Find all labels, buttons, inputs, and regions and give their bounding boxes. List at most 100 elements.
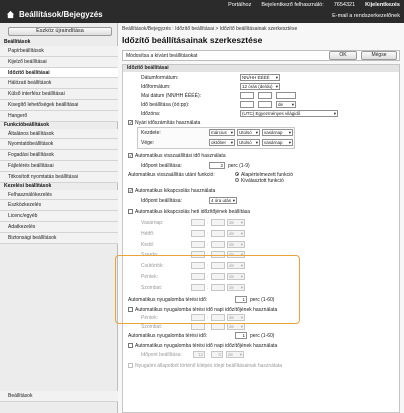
sidebar-item[interactable]: Felhasználókezelés [0, 189, 118, 201]
dst-end-month-select[interactable]: október [209, 139, 235, 146]
day-ampm-select[interactable]: de [227, 240, 245, 248]
sidebar-item-settings[interactable]: Beállítások [0, 391, 118, 402]
sidebar-item[interactable]: Időzítő beállításai [0, 67, 118, 79]
sidebar-item[interactable]: Kijelző beállításai [0, 56, 118, 68]
sleep-daily2-time-label: Időpont beállítása: [141, 352, 182, 358]
restart-device-button[interactable]: Eszköz újraindítása [8, 27, 112, 36]
day-ampm-select[interactable]: de [227, 229, 245, 237]
time-format-label: Időformátum: [141, 84, 171, 90]
time-ampm-select[interactable]: de [276, 101, 296, 108]
sidebar-item[interactable]: Nyomtatóbeállítások [0, 139, 118, 151]
dst-end-label: Vége: [141, 140, 155, 146]
sleep-sat-colon: : [207, 324, 209, 329]
today-date-label: Mai dátum (NN/HH ÉÉÉÉ): [141, 93, 202, 99]
date-year-input[interactable] [276, 92, 296, 99]
day-hour-input[interactable] [191, 229, 205, 237]
sidebar-item[interactable]: Titkosított nyomtatás beállításai [0, 171, 118, 183]
app-title[interactable]: Beállítások/Bejegyzés [6, 10, 103, 19]
sidebar-item[interactable]: Fogadási beállítások [0, 150, 118, 161]
sleep-sat-hour[interactable] [191, 323, 205, 330]
dst-end-week-select[interactable]: Utolsó [237, 139, 260, 146]
autoreset-time-label: Időpont beállítása: [141, 163, 182, 169]
sidebar: Eszköz újraindítása Beállítások Papírbeál… [0, 23, 118, 413]
autooff-time-select[interactable]: 4 óra után [209, 197, 237, 204]
date-format-select[interactable]: NN/HH ÉÉÉÉ [240, 74, 280, 81]
sleep-sat-ampm[interactable]: de [227, 323, 245, 330]
after-reset-label: Automatikus visszaállítás utáni funkció: [128, 172, 215, 178]
dst-checkbox[interactable]: ✓ [128, 120, 133, 125]
sidebar-menu: Beállítások Papírbeállítások Kijelző beáll… [0, 39, 118, 244]
day-minute-input[interactable] [211, 219, 225, 226]
sleep-daily2-ampm[interactable]: de [226, 351, 244, 358]
sidebar-item[interactable]: Külső interfész beállításai [0, 89, 118, 100]
time-hour-input[interactable] [240, 101, 254, 108]
ok-button[interactable]: OK [329, 51, 357, 60]
sleep-sat-min[interactable] [211, 323, 225, 330]
autooff-checkbox[interactable]: ✓ [128, 188, 133, 193]
autoreset-unit: perc (1-9) [228, 163, 250, 169]
sleep-daily2-min[interactable]: 0 [211, 351, 223, 358]
day-minute-input[interactable] [211, 229, 225, 237]
sidebar-item[interactable]: Hálózati beállítások [0, 78, 118, 90]
dst-start-day-select[interactable]: vasárnap [262, 129, 293, 136]
portal-link[interactable]: Portálhoz [228, 2, 251, 8]
sidebar-item[interactable]: Licenc/egyéb [0, 211, 118, 222]
day-ampm-select[interactable]: de [227, 219, 245, 226]
sleep2-label: Automatikus nyugalomba térési idő: [128, 333, 208, 339]
after-reset-selected-radio[interactable] [235, 178, 239, 182]
timezone-select[interactable]: (UTC) Egyezményes világidő [240, 110, 338, 117]
time-format-select[interactable]: 12 órás (de/du) [240, 83, 280, 90]
timezone-label: Időzóna: [141, 111, 161, 117]
sleep-daily2-colon: : [207, 352, 209, 357]
sidebar-section-header: Kezelési beállítások [4, 182, 52, 189]
after-reset-default-radio[interactable] [235, 172, 239, 176]
logged-user-id: 7654321 [333, 2, 356, 8]
day-label: Vasárnap: [141, 220, 164, 226]
logout-link[interactable]: Kijelentkezés [365, 2, 400, 8]
sidebar-item[interactable]: Eszközkezelés [0, 200, 118, 212]
autooff-label: Automatikus kikapcsolás használata [135, 188, 216, 194]
email-admin-link[interactable]: E-mail a rendszerkezelőnek [332, 13, 400, 19]
section-title: Időzítő beállításai [123, 65, 399, 72]
app-title-text: Beállítások/Bejegyzés [19, 10, 103, 19]
day-colon: : [207, 220, 209, 225]
dst-end-day-select[interactable]: vasárnap [262, 139, 293, 146]
date-month-input[interactable] [258, 92, 272, 99]
highlight-frame [115, 255, 300, 324]
day-hour-input[interactable] [191, 240, 205, 248]
date-day-input[interactable] [240, 92, 254, 99]
instruction-text: Módosítsa a kívánt beállításokat [126, 53, 198, 59]
autoreset-checkbox[interactable]: ✓ [128, 153, 133, 158]
time-set-label: Idő beállítása (óó:pp): [141, 102, 190, 108]
dst-start-month-select[interactable]: március [209, 129, 235, 136]
cancel-button[interactable]: Mégse [361, 51, 397, 60]
sleep2-time-input[interactable]: 1 [235, 332, 247, 339]
sleep-daily2-label: Automatikus nyugalomba térési idő napi i… [135, 343, 278, 349]
dst-start-week-select[interactable]: Utolsó [237, 129, 260, 136]
sleep-daily2-hour[interactable]: 12 [193, 351, 205, 358]
autoreset-time-input[interactable]: 2 [209, 162, 225, 169]
sleep2-unit: perc (1-60) [250, 333, 275, 339]
sidebar-item[interactable]: Hangerő [0, 110, 118, 122]
page-title: Időzítő beállításainak szerkesztése [122, 35, 263, 45]
sidebar-item[interactable]: Papírbeállítások [0, 46, 118, 57]
sleep-sat-label: Szombat: [141, 324, 163, 330]
sleep-daily2-checkbox[interactable] [128, 343, 133, 348]
sidebar-item[interactable]: Biztonsági beállítások [0, 232, 118, 244]
day-minute-input[interactable] [211, 240, 225, 248]
time-minute-input[interactable] [258, 101, 272, 108]
sidebar-item[interactable]: Általános beállítások [0, 128, 118, 140]
dst-start-label: Kezdete: [141, 130, 161, 136]
daily-off-checkbox[interactable] [128, 209, 133, 214]
home-icon [6, 10, 15, 19]
sidebar-item[interactable]: Kisegítő lehetőségek beállításai [0, 99, 118, 111]
wake-checkbox[interactable] [128, 363, 133, 368]
sidebar-item[interactable]: Adatkezelés [0, 221, 118, 233]
date-format-label: Dátumformátum: [141, 75, 179, 81]
sidebar-item[interactable]: Fájlelérés beállításai [0, 160, 118, 172]
sidebar-section-header: Beállítások [4, 39, 31, 45]
daily-off-label: Automatikus kikapcsolás heti időzítőjéne… [135, 209, 251, 215]
day-label: Hétfő: [141, 230, 155, 237]
day-hour-input[interactable] [191, 219, 205, 226]
breadcrumb: Beállítások/Bejegyzés : Időzítő beállítá… [122, 26, 298, 32]
